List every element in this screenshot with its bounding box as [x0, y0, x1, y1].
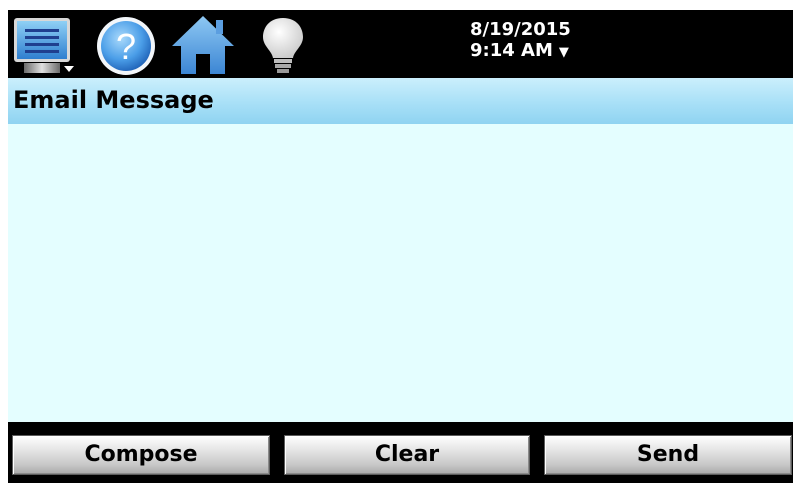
send-button[interactable]: Send — [544, 435, 792, 475]
bottom-button-bar: Compose Clear Send — [8, 422, 793, 483]
touchscreen-display: ? 8/19/2015 9:14 AM ▼ Email Message Comp… — [8, 10, 793, 483]
email-message-area[interactable] — [8, 124, 793, 422]
clear-button[interactable]: Clear — [284, 435, 530, 475]
home-icon[interactable] — [170, 14, 236, 76]
chevron-down-icon: ▼ — [558, 45, 569, 60]
date-time-display[interactable]: 8/19/2015 9:14 AM ▼ — [470, 19, 571, 63]
compose-button[interactable]: Compose — [12, 435, 270, 475]
time-text: 9:14 AM — [470, 40, 553, 61]
svg-text:?: ? — [116, 26, 136, 67]
lightbulb-icon[interactable] — [258, 14, 308, 76]
top-toolbar: ? 8/19/2015 9:14 AM ▼ — [8, 10, 793, 78]
date-text: 8/19/2015 — [470, 19, 571, 40]
monitor-menu-icon[interactable] — [12, 14, 78, 76]
page-title: Email Message — [13, 86, 214, 114]
title-bar: Email Message — [8, 78, 793, 124]
help-icon[interactable]: ? — [94, 14, 158, 76]
